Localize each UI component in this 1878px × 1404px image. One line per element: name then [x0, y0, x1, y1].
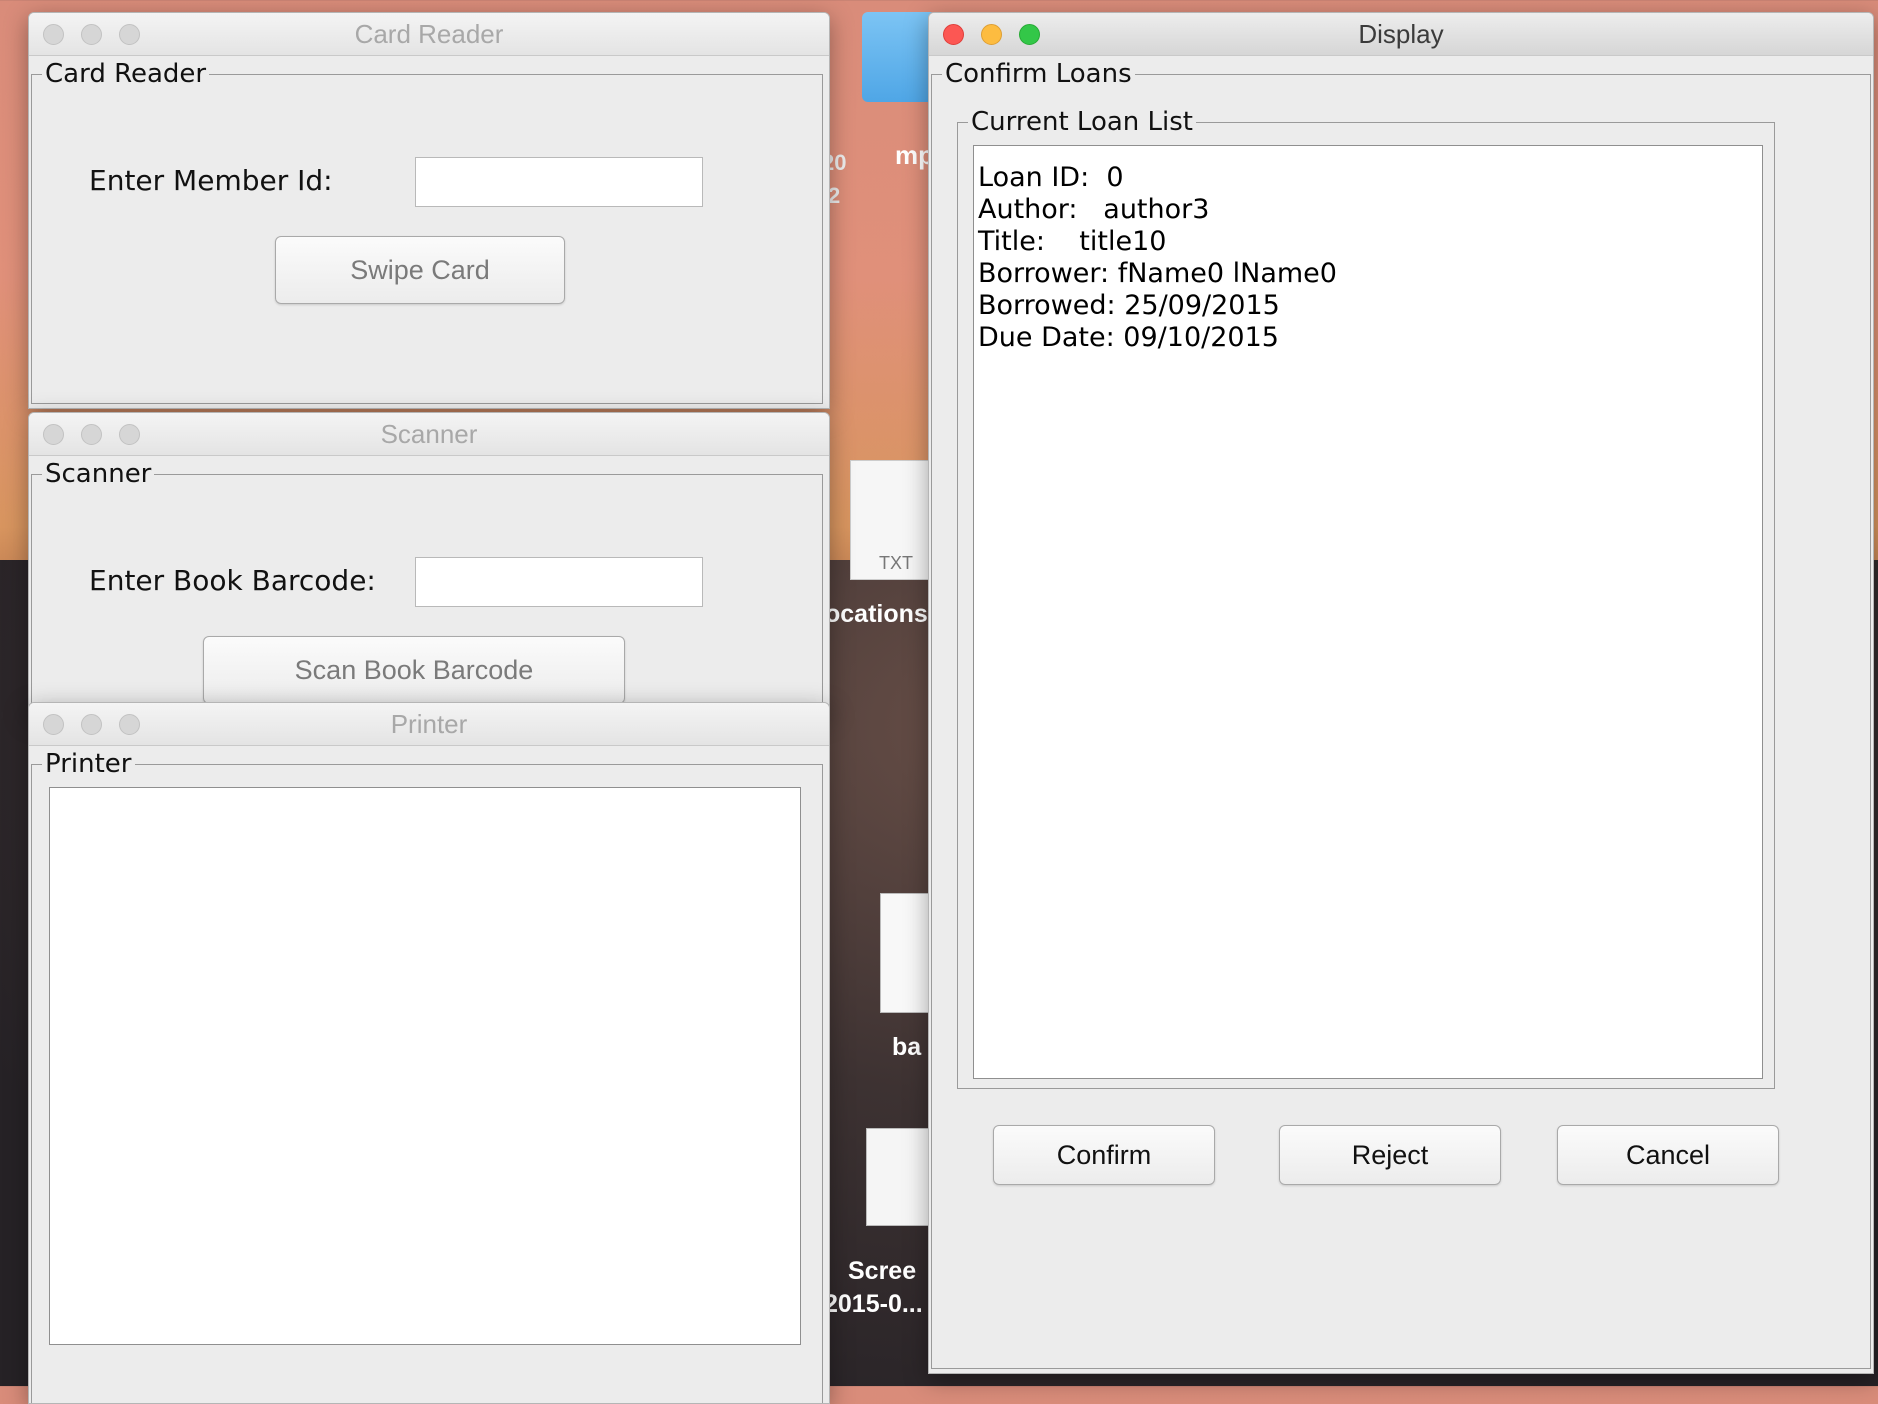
loan-list-textarea[interactable]: Loan ID: 0 Author: author3 Title: title1…	[973, 145, 1763, 1079]
card-reader-titlebar[interactable]: Card Reader	[29, 13, 829, 56]
minimize-button[interactable]	[81, 714, 102, 735]
loan-due-date-line: Due Date: 09/10/2015	[978, 322, 1279, 353]
display-window: Display Confirm Loans Current Loan List …	[928, 12, 1874, 1374]
member-id-label: Enter Member Id:	[89, 164, 333, 197]
loan-borrowed-line: Borrowed: 25/09/2015	[978, 290, 1280, 321]
scanner-window: Scanner Scanner Enter Book Barcode: Scan…	[28, 412, 830, 714]
printer-output-area[interactable]	[49, 787, 801, 1345]
window-controls	[43, 424, 140, 445]
minimize-button[interactable]	[81, 24, 102, 45]
desktop-icon-label-ocations: ocations	[825, 600, 928, 628]
loan-borrower-line: Borrower: fName0 lName0	[978, 258, 1337, 289]
window-title: Printer	[390, 709, 468, 739]
group-title: Card Reader	[45, 59, 207, 89]
desktop-icon-label-ba: ba	[892, 1033, 922, 1061]
window-controls	[43, 714, 140, 735]
document-thumbnail-icon[interactable]	[880, 893, 932, 1013]
reject-button[interactable]: Reject	[1279, 1125, 1501, 1185]
close-button[interactable]	[43, 714, 64, 735]
folder-icon[interactable]	[862, 12, 936, 102]
close-button[interactable]	[43, 24, 64, 45]
book-barcode-input[interactable]	[415, 557, 703, 607]
zoom-button[interactable]	[119, 714, 140, 735]
printer-titlebar[interactable]: Printer	[29, 703, 829, 746]
close-button[interactable]	[943, 24, 964, 45]
window-controls	[943, 24, 1040, 45]
txt-file-type-label: TXT	[879, 553, 913, 573]
minimize-button[interactable]	[81, 424, 102, 445]
confirm-button[interactable]: Confirm	[993, 1125, 1215, 1185]
book-barcode-label: Enter Book Barcode:	[89, 564, 376, 597]
group-title: Printer	[45, 749, 132, 779]
loan-title-line: Title: title10	[978, 226, 1167, 257]
zoom-button[interactable]	[119, 24, 140, 45]
card-reader-group: Card Reader	[31, 59, 823, 404]
window-title: Display	[1358, 19, 1444, 49]
desktop-icon-label-2015: 2015-0...	[824, 1290, 923, 1318]
window-controls	[43, 24, 140, 45]
screenshot-thumbnail-icon[interactable]	[866, 1128, 932, 1226]
group-title: Confirm Loans	[945, 59, 1132, 89]
cancel-button[interactable]: Cancel	[1557, 1125, 1779, 1185]
member-id-input[interactable]	[415, 157, 703, 207]
card-reader-window: Card Reader Card Reader Enter Member Id:…	[28, 12, 830, 409]
window-title: Scanner	[380, 419, 478, 449]
scan-book-barcode-button[interactable]: Scan Book Barcode	[203, 636, 625, 704]
close-button[interactable]	[43, 424, 64, 445]
zoom-button[interactable]	[1019, 24, 1040, 45]
scanner-titlebar[interactable]: Scanner	[29, 413, 829, 456]
group-title: Scanner	[45, 459, 152, 489]
desktop-icon-label-scree: Scree	[848, 1257, 917, 1285]
printer-window: Printer Printer	[28, 702, 830, 1404]
swipe-card-button[interactable]: Swipe Card	[275, 236, 565, 304]
minimize-button[interactable]	[981, 24, 1002, 45]
window-title: Card Reader	[354, 19, 504, 49]
loan-id-line: Loan ID: 0	[978, 162, 1124, 193]
display-titlebar[interactable]: Display	[929, 13, 1873, 56]
loan-list-title: Current Loan List	[971, 107, 1193, 137]
zoom-button[interactable]	[119, 424, 140, 445]
loan-author-line: Author: author3	[978, 194, 1210, 225]
